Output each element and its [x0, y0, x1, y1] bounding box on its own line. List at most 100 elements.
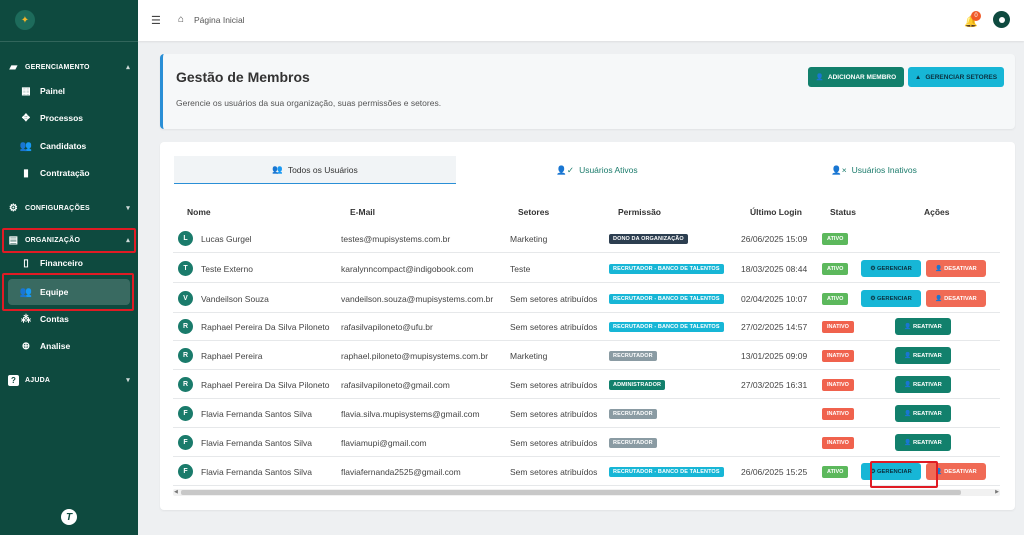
- sidebar-item-candidatos[interactable]: 👥 Candidatos: [0, 134, 138, 158]
- sidebar-section-ajuda[interactable]: ? AJUDA ▾: [0, 369, 138, 391]
- tab-label: Usuários Ativos: [579, 165, 638, 175]
- sidebar-item-financeiro[interactable]: ▯ Financeiro: [0, 251, 138, 275]
- member-name: Raphael Pereira Da Silva Piloneto: [201, 321, 330, 332]
- status-badge: ATIVO: [822, 292, 849, 305]
- permission-cell: RECRUTADOR: [609, 399, 657, 428]
- column-header-email[interactable]: E-Mail: [350, 207, 375, 217]
- email-cell: vandeilson.souza@mupisystems.com.br: [341, 293, 494, 304]
- sidebar-divider: [0, 41, 138, 42]
- topbar: ☰ ⌂ Página Inicial 🔔 0: [138, 0, 1024, 41]
- sector-cell: Marketing: [510, 350, 548, 361]
- avatar: R: [178, 348, 193, 363]
- permission-cell: RECRUTADOR: [609, 428, 657, 457]
- table-horizontal-scrollbar[interactable]: ◀ ▶: [173, 489, 1000, 496]
- chevron-up-icon: ▴: [126, 64, 130, 71]
- column-header-name[interactable]: Nome: [187, 207, 211, 217]
- sidebar-section-label: AJUDA: [25, 376, 51, 384]
- breadcrumb[interactable]: Página Inicial: [194, 15, 245, 25]
- sidebar-item-label: Contas: [40, 314, 69, 324]
- manage-button[interactable]: ⚙ GERENCIAR: [861, 463, 921, 480]
- hamburger-menu-icon[interactable]: ☰: [151, 14, 161, 27]
- dashboard-icon: ▦: [21, 85, 31, 97]
- name-cell: F Flavia Fernanda Santos Silva: [178, 428, 312, 457]
- last-login-cell: 02/04/2025 10:07: [741, 293, 808, 304]
- tab-label: Usuários Inativos: [851, 165, 917, 175]
- sidebar-section-configuracoes[interactable]: ⚙ CONFIGURAÇÕES ▾: [0, 197, 138, 219]
- member-name: Lucas Gurgel: [201, 233, 252, 244]
- column-header-status[interactable]: Status: [830, 207, 856, 217]
- sidebar-item-equipe[interactable]: 👥 Equipe: [8, 279, 130, 305]
- sector-cell: Sem setores atribuídos: [510, 293, 598, 304]
- permission-badge: RECRUTADOR - BANCO DE TALENTOS: [609, 466, 724, 477]
- scroll-left-icon[interactable]: ◀: [174, 489, 178, 496]
- sector-cell: Sem setores atribuídos: [510, 321, 598, 332]
- status-badge: INATIVO: [822, 378, 854, 391]
- manage-button[interactable]: ⚙ GERENCIAR: [861, 290, 921, 307]
- status-badge: INATIVO: [822, 349, 854, 362]
- permission-badge: RECRUTADOR: [609, 350, 657, 361]
- email-cell: testes@mupisystems.com.br: [341, 233, 451, 244]
- manage-button[interactable]: ⚙ GERENCIAR: [861, 260, 921, 277]
- email-cell: raphael.piloneto@mupisystems.com.br: [341, 350, 489, 361]
- last-login-cell: 26/06/2025 15:09: [741, 233, 808, 244]
- sidebar-item-painel[interactable]: ▦ Painel: [0, 79, 138, 103]
- member-name: Raphael Pereira Da Silva Piloneto: [201, 379, 330, 390]
- status-badge: ATIVO: [822, 262, 849, 275]
- name-cell: L Lucas Gurgel: [178, 224, 252, 253]
- sidebar-item-label: Candidatos: [40, 141, 87, 151]
- tab-all-users[interactable]: 👥 Todos os Usuários: [174, 156, 456, 184]
- sidebar-section-organizacao[interactable]: ▤ ORGANIZAÇÃO ▴: [0, 229, 138, 251]
- sidebar-item-processos[interactable]: ✥ Processos: [0, 106, 138, 130]
- sector-cell: Marketing: [510, 233, 548, 244]
- reactivate-button[interactable]: 👤 REATIVAR: [895, 376, 951, 393]
- status-cell: ATIVO: [822, 254, 849, 283]
- chevron-up-icon: ▴: [126, 237, 130, 244]
- tab-inactive-users[interactable]: 👤× Usuários Inativos: [733, 156, 1015, 184]
- finance-icon: ▯: [23, 257, 29, 269]
- manage-sectors-button[interactable]: ▲ GERENCIAR SETORES: [908, 67, 1004, 87]
- sidebar-item-label: Processos: [40, 113, 83, 123]
- sidebar-section-gerenciamento[interactable]: ▰ GERENCIAMENTO ▴: [0, 56, 138, 78]
- add-member-label: ADICIONAR MEMBRO: [827, 73, 897, 81]
- chevron-down-icon: ▾: [126, 377, 130, 384]
- reactivate-button[interactable]: 👤 REATIVAR: [895, 347, 951, 364]
- scrollbar-thumb[interactable]: [181, 490, 961, 495]
- page-title: Gestão de Membros: [176, 69, 310, 85]
- deactivate-button[interactable]: 👤 DESATIVAR: [926, 463, 986, 480]
- permission-cell: DONO DA ORGANIZAÇÃO: [609, 224, 688, 253]
- reactivate-button[interactable]: 👤 REATIVAR: [895, 318, 951, 335]
- email-cell: flavia.silva.mupisystems@gmail.com: [341, 408, 480, 419]
- name-cell: R Raphael Pereira Da Silva Piloneto: [178, 370, 330, 399]
- reactivate-button[interactable]: 👤 REATIVAR: [895, 405, 951, 422]
- column-header-sectors[interactable]: Setores: [518, 207, 549, 217]
- permission-badge: RECRUTADOR: [609, 437, 657, 448]
- home-icon[interactable]: ⌂: [178, 14, 184, 25]
- app-logo-icon[interactable]: ✦: [15, 10, 35, 30]
- reactivate-button[interactable]: 👤 REATIVAR: [895, 434, 951, 451]
- user-avatar-icon[interactable]: [993, 11, 1010, 28]
- status-badge: INATIVO: [822, 407, 854, 420]
- sidebar-item-analise[interactable]: ⊕ Analise: [0, 334, 138, 358]
- deactivate-button[interactable]: 👤 DESATIVAR: [926, 290, 986, 307]
- deactivate-button[interactable]: 👤 DESATIVAR: [926, 260, 986, 277]
- member-name: Flavia Fernanda Santos Silva: [201, 437, 313, 448]
- table-row: T Teste Externo karalynncompact@indigobook…: [173, 254, 1000, 283]
- sidebar-item-contratacao[interactable]: ▮ Contratação: [0, 161, 138, 185]
- avatar: R: [178, 377, 193, 392]
- sidebar-item-label: Analise: [40, 341, 71, 351]
- sector-cell: Sem setores atribuídos: [510, 466, 598, 477]
- status-badge: ATIVO: [822, 232, 849, 245]
- sector-cell: Sem setores atribuídos: [510, 437, 598, 448]
- tab-active-users[interactable]: 👤✓ Usuários Ativos: [456, 156, 738, 184]
- user-x-icon: 👤×: [831, 164, 847, 175]
- column-header-permission[interactable]: Permissão: [618, 207, 661, 217]
- sector-cell: Teste: [510, 263, 531, 274]
- sidebar: ✦ ▰ GERENCIAMENTO ▴ ▦ Painel ✥ Processos…: [0, 0, 138, 535]
- member-name: Vandeilson Souza: [201, 293, 269, 304]
- avatar: F: [178, 435, 193, 450]
- column-header-last-login[interactable]: Último Login: [750, 207, 802, 217]
- sidebar-item-contas[interactable]: ⁂ Contas: [0, 307, 138, 331]
- add-member-button[interactable]: 👤 ADICIONAR MEMBRO: [808, 67, 904, 87]
- brand-logo-icon: T: [61, 509, 77, 525]
- scroll-right-icon[interactable]: ▶: [995, 489, 999, 496]
